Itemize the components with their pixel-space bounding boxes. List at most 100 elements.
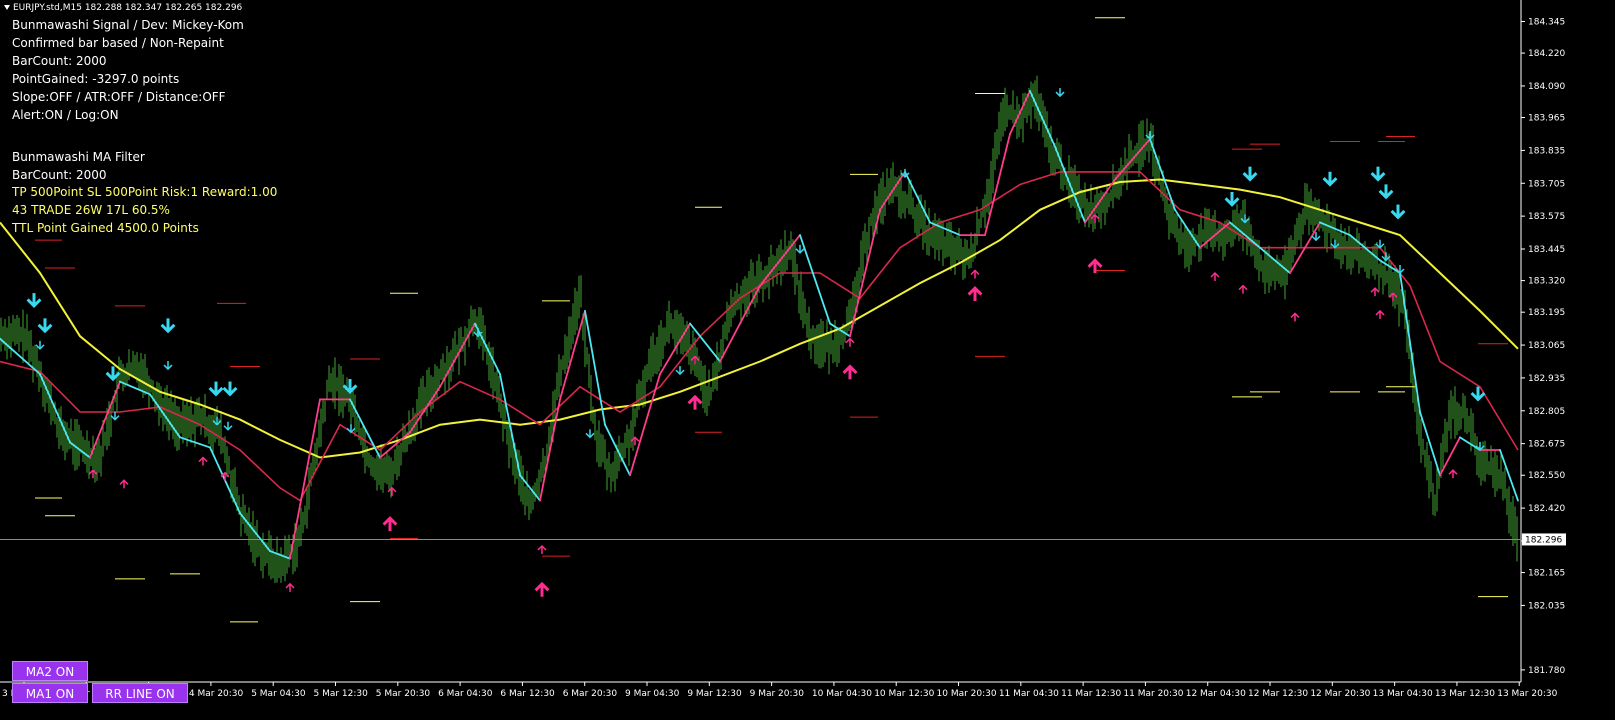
sell-arrow-icon (223, 421, 233, 431)
buy-arrow-icon (1448, 469, 1458, 479)
current-price-label: 182.296 (1525, 535, 1562, 545)
ma-fast-segment (1029, 90, 1056, 148)
time-tick-label: 10 Mar 20:30 (937, 689, 997, 699)
buy-arrow-icon (1370, 287, 1380, 297)
time-tick-label: 10 Mar 04:30 (812, 689, 872, 699)
stats-info-line: TP 500Point SL 500Point Risk:1 Reward:1.… (12, 185, 278, 199)
ma-fast-segment (719, 284, 761, 363)
signal-info-line: Alert:ON / Log:ON (12, 108, 119, 122)
sell-arrow-icon (675, 366, 685, 376)
buy-arrow-icon (845, 337, 855, 347)
price-tick-label: 183.065 (1528, 341, 1565, 351)
ma-fast-segment (1399, 272, 1421, 413)
sell-arrow-icon (1240, 214, 1250, 224)
buy-arrow-icon (537, 544, 547, 555)
signal-info-line: Confirmed bar based / Non-Repaint (12, 36, 224, 50)
buy-arrow-icon (967, 286, 983, 301)
signal-info-line: Slope:OFF / ATR:OFF / Distance:OFF (12, 90, 226, 104)
sell-arrow-icon (160, 318, 176, 334)
sell-arrow-icon (1055, 88, 1065, 98)
time-tick-label: 4 Mar 20:30 (189, 689, 244, 699)
filter-info-block: Bunmawashi MA Filter BarCount: 2000 (12, 148, 145, 184)
sell-arrow-icon (26, 293, 42, 308)
ma-fast-segment (439, 322, 476, 388)
ma-fast-segment (584, 310, 606, 426)
buy-arrow-icon (1375, 309, 1385, 319)
price-tick-label: 183.965 (1528, 114, 1565, 124)
price-tick-label: 184.345 (1528, 17, 1565, 27)
buy-arrow-icon (198, 456, 208, 466)
time-tick-label: 5 Mar 04:30 (251, 689, 306, 699)
time-tick-label: 9 Mar 12:30 (687, 689, 742, 699)
price-tick-label: 184.090 (1528, 82, 1565, 92)
sell-arrow-icon (1390, 204, 1406, 220)
buy-arrow-icon (842, 364, 858, 380)
dropdown-triangle-icon[interactable] (4, 5, 10, 10)
buy-arrow-icon (1388, 292, 1398, 302)
sell-arrow-icon (1224, 191, 1240, 207)
time-tick-label: 5 Mar 20:30 (376, 689, 431, 699)
sell-arrow-icon (346, 424, 356, 434)
time-tick-label: 6 Mar 04:30 (438, 689, 493, 699)
rr-line-toggle-button[interactable]: RR LINE ON (92, 683, 188, 703)
time-tick-label: 13 Mar 04:30 (1373, 689, 1433, 699)
signal-info-line: PointGained: -3297.0 points (12, 72, 180, 86)
price-tick-label: 182.550 (1528, 471, 1565, 481)
time-tick-label: 12 Mar 04:30 (1186, 689, 1246, 699)
buy-arrow-icon (1090, 213, 1100, 223)
ma2-toggle-button[interactable]: MA2 ON (12, 661, 88, 681)
price-tick-label: 183.575 (1528, 212, 1565, 222)
buy-arrow-icon (534, 581, 550, 597)
sell-arrow-icon (342, 379, 358, 394)
symbol-header: EURJPY.std,M15 182.288 182.347 182.265 1… (4, 3, 242, 13)
time-tick-label: 9 Mar 20:30 (750, 689, 805, 699)
sell-arrow-icon (163, 361, 173, 371)
buy-arrow-icon (119, 479, 129, 489)
sell-arrow-icon (208, 381, 224, 397)
buy-arrow-icon (285, 582, 295, 592)
price-tick-label: 182.165 (1528, 569, 1565, 579)
sell-arrow-icon (1470, 386, 1486, 402)
price-tick-label: 182.675 (1528, 440, 1565, 450)
buy-arrow-icon (970, 269, 980, 279)
time-tick-label: 6 Mar 20:30 (563, 689, 618, 699)
time-tick-label: 11 Mar 12:30 (1061, 689, 1121, 699)
time-tick-label: 6 Mar 12:30 (500, 689, 555, 699)
ma-fast-segment (1054, 145, 1086, 224)
sell-arrow-icon (1242, 166, 1258, 182)
price-tick-label: 183.705 (1528, 179, 1565, 189)
sell-arrow-icon (212, 416, 222, 426)
ma1-toggle-button[interactable]: MA1 ON (12, 683, 88, 703)
ma-fast-segment (289, 398, 321, 560)
filter-info-line: BarCount: 2000 (12, 168, 107, 182)
buy-arrow-icon (1290, 312, 1300, 322)
time-tick-label: 13 Mar 12:30 (1435, 689, 1495, 699)
filter-info-line: Bunmawashi MA Filter (12, 150, 145, 164)
buy-arrow-icon (630, 436, 640, 446)
stats-info-line: TTL Point Gained 4500.0 Points (12, 221, 199, 235)
signal-info-line: Bunmawashi Signal / Dev: Mickey-Kom (12, 18, 244, 32)
price-tick-label: 182.935 (1528, 374, 1565, 384)
ma-fast-segment (0, 337, 41, 376)
time-tick-label: 5 Mar 12:30 (314, 689, 369, 699)
ma-fast-segment (759, 234, 801, 287)
buy-arrow-icon (382, 516, 398, 532)
sell-arrow-icon (37, 318, 53, 334)
time-tick-label: 11 Mar 04:30 (999, 689, 1059, 699)
sell-arrow-icon (222, 381, 238, 397)
price-tick-label: 184.220 (1528, 49, 1565, 59)
price-tick-label: 182.035 (1528, 601, 1565, 611)
price-tick-label: 183.320 (1528, 277, 1565, 287)
sell-arrow-icon (1330, 239, 1340, 249)
buy-arrow-icon (1210, 271, 1220, 282)
sell-arrow-icon (585, 429, 595, 439)
signal-info-block: Bunmawashi Signal / Dev: Mickey-Kom Conf… (12, 16, 244, 124)
price-tick-label: 181.780 (1528, 666, 1565, 676)
price-tick-label: 182.420 (1528, 504, 1565, 514)
sell-arrow-icon (1322, 171, 1338, 187)
time-tick-label: 10 Mar 12:30 (874, 689, 934, 699)
time-tick-label: 13 Mar 20:30 (1497, 689, 1557, 699)
stats-info-block: TP 500Point SL 500Point Risk:1 Reward:1.… (12, 183, 277, 237)
price-tick-label: 182.805 (1528, 407, 1565, 417)
buy-arrow-icon (1238, 284, 1248, 294)
